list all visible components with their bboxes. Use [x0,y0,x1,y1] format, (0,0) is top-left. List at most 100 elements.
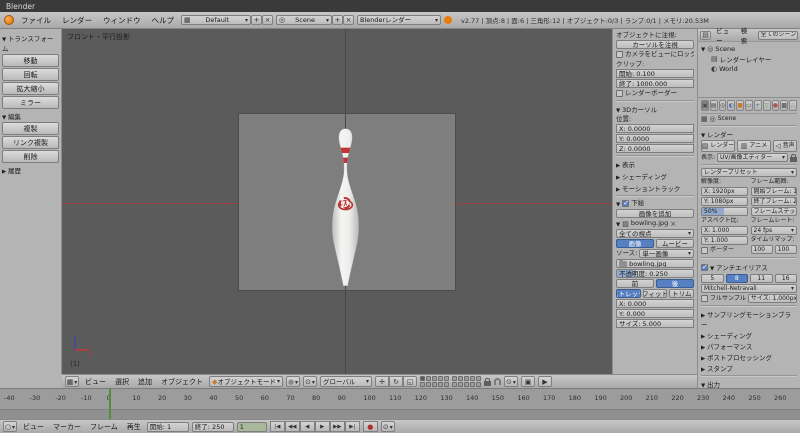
layer-dot[interactable] [476,382,481,387]
layer-buttons-2[interactable] [452,376,481,387]
panel-postprocessing-header[interactable]: ポストプロセッシング [701,352,797,362]
border-checkbox[interactable] [701,246,708,254]
tab-modifiers[interactable]: + [753,100,762,111]
cursor-x-field[interactable]: X: 0.0000 [616,124,694,133]
frame-crop-toggle[interactable]: トリム [669,289,695,298]
axis-select[interactable]: 全ての視点 [616,229,694,238]
aa-filter-select[interactable]: Mitchell-Netravali [701,284,797,293]
folder-icon[interactable] [619,260,627,267]
panel-motion-blur-header[interactable]: サンプリングモーションブラー [701,309,797,329]
resolution-y-field[interactable]: Y: 1080px [701,197,748,206]
panel-motion-tracking-header[interactable]: モーショントラック [616,183,694,193]
transform-orientation-select[interactable]: グローバル [320,376,372,387]
tab-scene[interactable]: ◎ [718,100,727,111]
add-image-button[interactable]: 画像を追加 [616,209,694,218]
tab-constraints[interactable]: ▭ [745,100,753,111]
duplicate-linked-button[interactable]: リンク複製 [2,136,59,149]
tab-physics[interactable]: ∴ [789,100,797,111]
scale-manipulator-icon[interactable]: ◱ [403,376,417,387]
layer-dot[interactable] [452,376,457,381]
opengl-render-button[interactable]: ▣ [521,376,535,387]
render-audio-button[interactable]: 音声 [773,140,797,152]
layer-dot[interactable] [464,376,469,381]
layer-dot[interactable] [432,382,437,387]
panel-stamp-header[interactable]: スタンプ [701,363,797,373]
editor-type-select[interactable] [700,30,712,40]
panel-output-header[interactable]: 出力 [701,379,797,388]
editor-type-select[interactable] [65,376,79,387]
panel-display-header[interactable]: 表示 [616,159,694,169]
menu-select[interactable]: 選択 [112,377,132,387]
antialiasing-checkbox[interactable] [701,263,708,271]
jump-to-start-button[interactable] [269,421,285,432]
resolution-x-field[interactable]: X: 1920px [701,187,748,196]
render-animation-button[interactable]: アニメ [737,140,771,152]
aa-samples-8[interactable]: 8 [725,274,748,283]
translate-button[interactable]: 移動 [2,54,59,67]
menu-view[interactable]: ビュー [20,422,47,432]
menu-window[interactable]: ウィンドウ [99,15,145,26]
menu-view[interactable]: ビュー [714,25,736,45]
layer-dot[interactable] [452,382,457,387]
delete-scene-button[interactable] [343,15,354,25]
blender-logo-icon[interactable] [4,15,14,25]
framerate-select[interactable]: 24 fps [750,226,797,235]
layer-dot[interactable] [476,376,481,381]
record-button[interactable] [362,421,378,432]
menu-file[interactable]: ファイル [17,15,55,26]
clip-start-field[interactable]: 開始: 0.100 [616,69,694,78]
mirror-button[interactable]: ミラー [2,96,59,109]
timeline[interactable]: -40-30-20-100102030405060708090100110120… [0,388,800,420]
translate-manipulator-icon[interactable]: ✛ [375,376,389,387]
snap-magnet-icon[interactable] [494,378,501,385]
layer-dot[interactable] [464,382,469,387]
jump-to-end-button[interactable] [344,421,360,432]
layer-dot[interactable] [426,382,431,387]
layer-dot[interactable] [438,382,443,387]
panel-transform-header[interactable]: トランスフォーム [2,33,59,53]
background-images-checkbox[interactable] [622,199,630,207]
camera-to-view-checkbox[interactable] [616,51,623,58]
lock-interface-icon[interactable] [790,153,797,162]
scene-selector[interactable]: Scene [276,15,332,25]
render-border-checkbox[interactable] [616,90,623,97]
panel-performance-header[interactable]: パフォーマンス [701,341,797,351]
offset-x-field[interactable]: X: 0.000 [616,299,694,308]
aspect-x-field[interactable]: X: 1.000 [701,226,748,235]
frame-end-field[interactable]: 終了: 250 [191,421,234,432]
aa-samples-11[interactable]: 11 [750,274,773,283]
frame-start-field[interactable]: 開始フレーム: 1 [750,187,797,196]
lock-to-cursor-button[interactable]: カーソルを注視 [616,40,694,49]
layer-dot[interactable] [426,376,431,381]
tab-object[interactable]: ■ [736,100,745,111]
tab-world[interactable]: ◐ [727,100,736,111]
frame-step-field[interactable]: フレームステップ: 1 [750,207,797,216]
scene-lock-icon[interactable] [484,377,491,386]
render-preset-select[interactable]: レンダープリセット [701,168,797,177]
cursor-z-field[interactable]: Z: 0.0000 [616,144,694,153]
panel-background-header[interactable]: 下絵 [631,199,644,208]
next-keyframe-button[interactable] [329,421,345,432]
add-scene-button[interactable] [332,15,343,25]
layer-dot[interactable] [470,376,475,381]
cursor-y-field[interactable]: Y: 0.0000 [616,134,694,143]
full-sample-checkbox[interactable] [701,295,708,302]
play-reverse-button[interactable] [299,421,315,432]
rotate-button[interactable]: 回転 [2,68,59,81]
panel-shading-header[interactable]: シェーディング [701,330,797,340]
outliner-display-select[interactable]: 全てのシーン [757,30,798,40]
movie-toggle[interactable]: ムービー [656,239,694,248]
outliner-item-render-layers[interactable]: レンダーレイヤー [711,54,797,64]
aa-samples-5[interactable]: 5 [701,274,724,283]
tab-material[interactable]: ● [771,100,780,111]
menu-playback[interactable]: 再生 [124,422,144,432]
editor-type-select[interactable] [3,421,17,432]
clip-end-field[interactable]: 終了: 1000.000 [616,79,694,88]
render-still-button[interactable]: レンダー [701,140,735,152]
draw-back-toggle[interactable]: 後 [656,279,694,288]
frame-start-field[interactable]: 開始: 1 [146,421,189,432]
current-frame-field[interactable]: 1 [236,421,267,432]
background-image-name[interactable]: bowling.jpg [631,219,668,228]
outliner-item-world[interactable]: World [711,64,797,74]
layer-dot[interactable] [458,376,463,381]
